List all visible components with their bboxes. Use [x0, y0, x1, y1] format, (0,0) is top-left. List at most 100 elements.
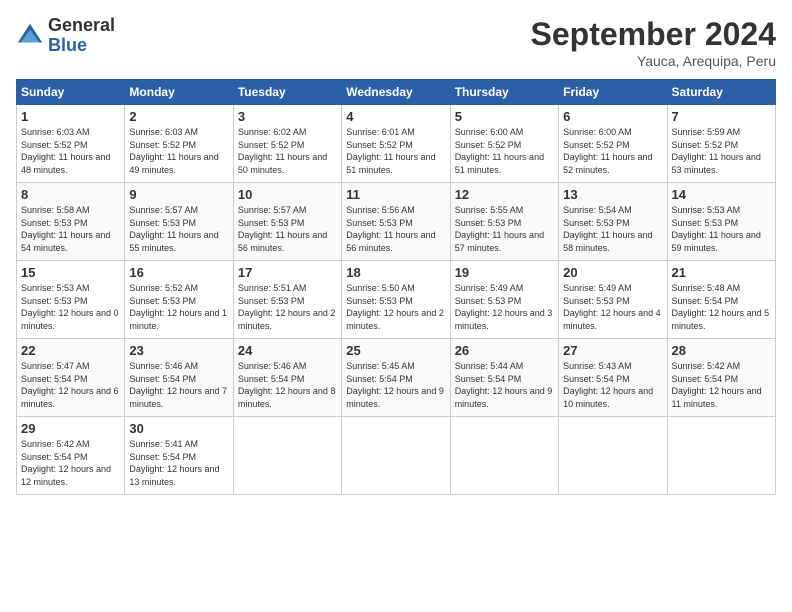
calendar-week-5: 29Sunrise: 5:42 AMSunset: 5:54 PMDayligh… [17, 417, 776, 495]
day-number: 17 [238, 265, 337, 280]
day-info: Sunrise: 5:51 AMSunset: 5:53 PMDaylight:… [238, 282, 337, 332]
table-row: 28 Sunrise: 5:42 AMSunset: 5:54 PMDayligh… [667, 339, 775, 417]
day-info: Sunrise: 5:47 AMSunset: 5:54 PMDaylight:… [21, 360, 120, 410]
day-info: Sunrise: 6:01 AMSunset: 5:52 PMDaylight:… [346, 126, 445, 176]
logo-blue: Blue [48, 35, 87, 55]
logo-text: General Blue [48, 16, 115, 56]
month-title: September 2024 [531, 16, 776, 53]
table-row: 23Sunrise: 5:46 AMSunset: 5:54 PMDayligh… [125, 339, 233, 417]
col-saturday: Saturday [667, 80, 775, 105]
day-number: 22 [21, 343, 120, 358]
table-row: 12Sunrise: 5:55 AMSunset: 5:53 PMDayligh… [450, 183, 558, 261]
day-info: Sunrise: 6:00 AMSunset: 5:52 PMDaylight:… [455, 126, 554, 176]
table-row [233, 417, 341, 495]
day-info: Sunrise: 5:53 AMSunset: 5:53 PMDaylight:… [21, 282, 120, 332]
day-info: Sunrise: 5:41 AMSunset: 5:54 PMDaylight:… [129, 438, 228, 488]
day-number: 6 [563, 109, 662, 124]
calendar-week-1: 1 Sunrise: 6:03 AMSunset: 5:52 PMDaylight… [17, 105, 776, 183]
table-row: 20 Sunrise: 5:49 AMSunset: 5:53 PMDayligh… [559, 261, 667, 339]
col-thursday: Thursday [450, 80, 558, 105]
day-info: Sunrise: 5:42 AMSunset: 5:54 PMDaylight:… [672, 360, 771, 410]
table-row: 16 Sunrise: 5:52 AMSunset: 5:53 PMDayligh… [125, 261, 233, 339]
day-info: Sunrise: 5:49 AMSunset: 5:53 PMDaylight:… [455, 282, 554, 332]
title-block: September 2024 Yauca, Arequipa, Peru [531, 16, 776, 69]
day-info: Sunrise: 5:57 AMSunset: 5:53 PMDaylight:… [238, 204, 337, 254]
table-row: 24 Sunrise: 5:46 AMSunset: 5:54 PMDayligh… [233, 339, 341, 417]
day-number: 7 [672, 109, 771, 124]
table-row: 6 Sunrise: 6:00 AMSunset: 5:52 PMDaylight… [559, 105, 667, 183]
header: General Blue September 2024 Yauca, Arequ… [16, 16, 776, 69]
day-number: 12 [455, 187, 554, 202]
day-number: 5 [455, 109, 554, 124]
logo-icon [16, 22, 44, 50]
table-row: 14Sunrise: 5:53 AMSunset: 5:53 PMDayligh… [667, 183, 775, 261]
day-number: 25 [346, 343, 445, 358]
day-info: Sunrise: 5:52 AMSunset: 5:53 PMDaylight:… [129, 282, 228, 332]
day-number: 24 [238, 343, 337, 358]
day-info: Sunrise: 5:48 AMSunset: 5:54 PMDaylight:… [672, 282, 771, 332]
day-info: Sunrise: 5:45 AMSunset: 5:54 PMDaylight:… [346, 360, 445, 410]
location: Yauca, Arequipa, Peru [531, 53, 776, 69]
day-info: Sunrise: 5:58 AMSunset: 5:53 PMDaylight:… [21, 204, 120, 254]
table-row [342, 417, 450, 495]
table-row: 27 Sunrise: 5:43 AMSunset: 5:54 PMDayligh… [559, 339, 667, 417]
table-row: 13 Sunrise: 5:54 AMSunset: 5:53 PMDayligh… [559, 183, 667, 261]
day-info: Sunrise: 6:00 AMSunset: 5:52 PMDaylight:… [563, 126, 662, 176]
table-row [450, 417, 558, 495]
day-info: Sunrise: 5:44 AMSunset: 5:54 PMDaylight:… [455, 360, 554, 410]
col-tuesday: Tuesday [233, 80, 341, 105]
day-info: Sunrise: 5:46 AMSunset: 5:54 PMDaylight:… [238, 360, 337, 410]
page: General Blue September 2024 Yauca, Arequ… [0, 0, 792, 612]
day-number: 15 [21, 265, 120, 280]
day-info: Sunrise: 5:49 AMSunset: 5:53 PMDaylight:… [563, 282, 662, 332]
day-number: 8 [21, 187, 120, 202]
day-number: 27 [563, 343, 662, 358]
day-info: Sunrise: 6:03 AMSunset: 5:52 PMDaylight:… [21, 126, 120, 176]
day-info: Sunrise: 5:56 AMSunset: 5:53 PMDaylight:… [346, 204, 445, 254]
day-number: 18 [346, 265, 445, 280]
day-number: 29 [21, 421, 120, 436]
table-row: 22 Sunrise: 5:47 AMSunset: 5:54 PMDayligh… [17, 339, 125, 417]
day-number: 9 [129, 187, 228, 202]
table-row: 30 Sunrise: 5:41 AMSunset: 5:54 PMDayligh… [125, 417, 233, 495]
logo-general: General [48, 15, 115, 35]
table-row: 7 Sunrise: 5:59 AMSunset: 5:52 PMDaylight… [667, 105, 775, 183]
col-wednesday: Wednesday [342, 80, 450, 105]
day-info: Sunrise: 5:46 AMSunset: 5:54 PMDaylight:… [129, 360, 228, 410]
calendar-header-row: Sunday Monday Tuesday Wednesday Thursday… [17, 80, 776, 105]
day-number: 11 [346, 187, 445, 202]
day-info: Sunrise: 5:54 AMSunset: 5:53 PMDaylight:… [563, 204, 662, 254]
table-row: 26Sunrise: 5:44 AMSunset: 5:54 PMDayligh… [450, 339, 558, 417]
day-info: Sunrise: 5:57 AMSunset: 5:53 PMDaylight:… [129, 204, 228, 254]
calendar-week-2: 8 Sunrise: 5:58 AMSunset: 5:53 PMDaylight… [17, 183, 776, 261]
day-number: 4 [346, 109, 445, 124]
table-row: 21Sunrise: 5:48 AMSunset: 5:54 PMDayligh… [667, 261, 775, 339]
day-info: Sunrise: 5:59 AMSunset: 5:52 PMDaylight:… [672, 126, 771, 176]
calendar-week-4: 22 Sunrise: 5:47 AMSunset: 5:54 PMDayligh… [17, 339, 776, 417]
table-row: 10 Sunrise: 5:57 AMSunset: 5:53 PMDayligh… [233, 183, 341, 261]
day-number: 28 [672, 343, 771, 358]
table-row: 18Sunrise: 5:50 AMSunset: 5:53 PMDayligh… [342, 261, 450, 339]
col-monday: Monday [125, 80, 233, 105]
day-number: 19 [455, 265, 554, 280]
table-row: 4 Sunrise: 6:01 AMSunset: 5:52 PMDaylight… [342, 105, 450, 183]
day-number: 14 [672, 187, 771, 202]
day-info: Sunrise: 5:43 AMSunset: 5:54 PMDaylight:… [563, 360, 662, 410]
table-row: 11 Sunrise: 5:56 AMSunset: 5:53 PMDayligh… [342, 183, 450, 261]
calendar: Sunday Monday Tuesday Wednesday Thursday… [16, 79, 776, 495]
col-friday: Friday [559, 80, 667, 105]
table-row [559, 417, 667, 495]
logo: General Blue [16, 16, 115, 56]
day-number: 3 [238, 109, 337, 124]
table-row: 2Sunrise: 6:03 AMSunset: 5:52 PMDaylight… [125, 105, 233, 183]
table-row: 15 Sunrise: 5:53 AMSunset: 5:53 PMDayligh… [17, 261, 125, 339]
table-row: 29Sunrise: 5:42 AMSunset: 5:54 PMDayligh… [17, 417, 125, 495]
day-number: 20 [563, 265, 662, 280]
day-number: 16 [129, 265, 228, 280]
day-number: 10 [238, 187, 337, 202]
day-number: 30 [129, 421, 228, 436]
table-row: 25 Sunrise: 5:45 AMSunset: 5:54 PMDayligh… [342, 339, 450, 417]
day-number: 13 [563, 187, 662, 202]
table-row: 8 Sunrise: 5:58 AMSunset: 5:53 PMDaylight… [17, 183, 125, 261]
day-number: 1 [21, 109, 120, 124]
